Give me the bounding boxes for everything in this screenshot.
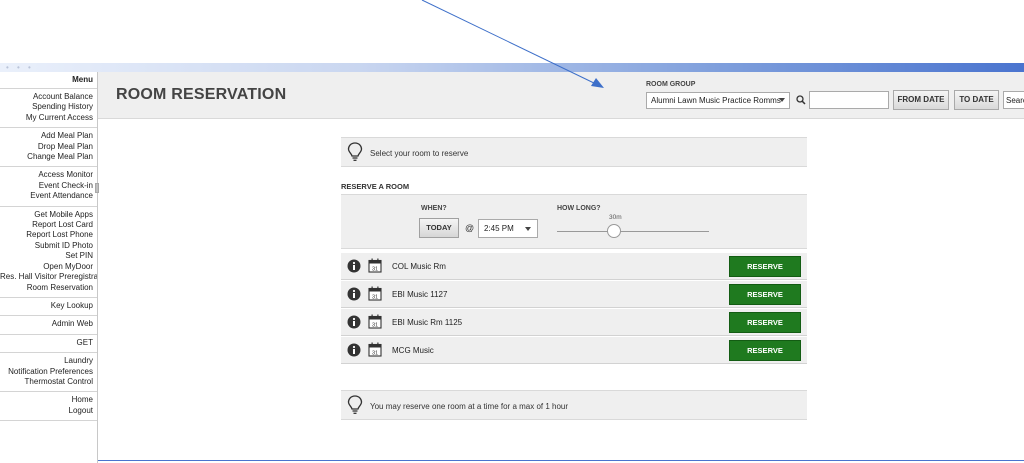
tip-banner-top: Select your room to reserve <box>341 137 807 167</box>
sidebar-group: Laundry Notification Preferences Thermosta… <box>0 353 97 393</box>
tip-text-bottom: You may reserve one room at a time for a… <box>370 402 569 411</box>
page-header: ROOM RESERVATION ROOM GROUP Alumni Lawn … <box>98 72 1024 119</box>
sidebar-item[interactable]: Logout <box>0 406 93 416</box>
sidebar-menu-title: Menu <box>0 72 97 89</box>
info-icon[interactable] <box>347 287 361 301</box>
room-group-select[interactable]: Alumni Lawn Music Practice Romms <box>646 92 790 109</box>
section-title: RESERVE A ROOM <box>341 182 410 191</box>
sidebar-group: Admin Web <box>0 316 97 335</box>
sidebar-group: Get Mobile Apps Report Lost Card Report Lo… <box>0 207 97 298</box>
sidebar-item[interactable]: GET <box>0 338 93 348</box>
top-bar-dots: • • • <box>6 63 34 72</box>
sidebar-item[interactable]: Key Lookup <box>0 301 93 311</box>
sidebar-item[interactable]: Thermostat Control <box>0 377 93 387</box>
info-icon[interactable] <box>347 259 361 273</box>
tip-banner-bottom: You may reserve one room at a time for a… <box>341 390 807 420</box>
app-window: • • • Menu Account Balance Spending Histo… <box>0 0 1024 463</box>
when-label: WHEN? <box>421 205 447 212</box>
sidebar-group: Access Monitor Event Check-in Event Attend… <box>0 167 97 207</box>
duration-slider-handle[interactable] <box>607 224 621 238</box>
sidebar-group: Account Balance Spending History My Curren… <box>0 89 97 129</box>
sidebar-item[interactable]: Report Lost Phone <box>0 230 93 240</box>
room-group-label: ROOM GROUP <box>646 81 696 88</box>
sidebar-group: GET <box>0 335 97 354</box>
calendar-icon[interactable]: 31 <box>368 286 382 301</box>
search-input[interactable]: Search <box>1003 91 1024 109</box>
calendar-icon[interactable]: 31 <box>368 314 382 329</box>
sidebar-item[interactable]: Home <box>0 395 93 405</box>
sidebar-item[interactable]: Room Reservation <box>0 283 93 293</box>
time-select[interactable]: 2:45 PM <box>478 219 538 238</box>
sidebar-item[interactable]: Spending History <box>0 102 93 112</box>
calendar-icon[interactable]: 31 <box>368 258 382 273</box>
sidebar-item[interactable]: Event Attendance <box>0 191 93 201</box>
duration-value: 30m <box>609 214 622 221</box>
room-row: 31 COL Music Rm RESERVE <box>341 253 807 280</box>
sidebar-item[interactable]: Get Mobile Apps <box>0 210 93 220</box>
from-date-button[interactable]: FROM DATE <box>893 90 949 110</box>
page-title: ROOM RESERVATION <box>116 86 287 103</box>
sidebar-group: Home Logout <box>0 392 97 422</box>
room-row: 31 EBI Music 1127 RESERVE <box>341 281 807 308</box>
at-sign: @ <box>465 223 475 233</box>
room-name: EBI Music 1127 <box>392 290 448 299</box>
room-name: EBI Music Rm 1125 <box>392 318 463 327</box>
sidebar-item[interactable]: Notification Preferences <box>0 367 93 377</box>
sidebar-item[interactable]: Add Meal Plan <box>0 131 93 141</box>
sidebar-group: Add Meal Plan Drop Meal Plan Change Meal P… <box>0 128 97 168</box>
lightbulb-icon <box>347 395 363 414</box>
search-icon <box>796 95 806 105</box>
reserve-button[interactable]: RESERVE <box>729 256 801 277</box>
to-date-button[interactable]: TO DATE <box>954 90 999 110</box>
sidebar-item[interactable]: Res. Hall Visitor Preregistration <box>0 272 97 282</box>
room-name: COL Music Rm <box>392 262 446 271</box>
info-icon[interactable] <box>347 315 361 329</box>
lightbulb-icon <box>347 142 363 161</box>
sidebar-item[interactable]: Drop Meal Plan <box>0 142 93 152</box>
room-row: 31 MCG Music RESERVE <box>341 337 807 364</box>
sidebar-groups: Account Balance Spending History My Curren… <box>0 89 97 422</box>
room-group-value: Alumni Lawn Music Practice Romms <box>651 96 781 105</box>
calendar-day: 31 <box>372 267 378 273</box>
info-icon[interactable] <box>347 343 361 357</box>
duration-slider-track[interactable] <box>557 231 709 232</box>
sidebar-item[interactable]: Laundry <box>0 356 93 366</box>
sidebar-item[interactable]: Event Check-in <box>0 181 93 191</box>
sidebar-item[interactable]: Report Lost Card <box>0 220 93 230</box>
sidebar-group: Key Lookup <box>0 298 97 317</box>
tip-text-top: Select your room to reserve <box>370 149 469 158</box>
calendar-day: 31 <box>372 295 378 301</box>
calendar-day: 31 <box>372 351 378 357</box>
sidebar-item[interactable]: My Current Access <box>0 113 93 123</box>
sidebar-item[interactable]: Open MyDoor <box>0 262 93 272</box>
calendar-icon[interactable]: 31 <box>368 342 382 357</box>
how-long-label: HOW LONG? <box>557 205 601 212</box>
bottom-accent-line <box>98 460 1024 461</box>
sidebar-item[interactable]: Access Monitor <box>0 170 93 180</box>
chevron-down-icon <box>779 98 785 102</box>
reserve-button[interactable]: RESERVE <box>729 312 801 333</box>
sidebar-item[interactable]: Set PIN <box>0 251 93 261</box>
sidebar-item[interactable]: Admin Web <box>0 319 93 329</box>
reserve-button[interactable]: RESERVE <box>729 284 801 305</box>
sidebar-nav: Menu Account Balance Spending History My C… <box>0 72 98 463</box>
today-button[interactable]: TODAY <box>419 218 459 238</box>
reservation-filter: WHEN? TODAY @ 2:45 PM HOW LONG? 30m <box>341 194 807 249</box>
room-row: 31 EBI Music Rm 1125 RESERVE <box>341 309 807 336</box>
sidebar-item[interactable]: Account Balance <box>0 92 93 102</box>
reserve-button[interactable]: RESERVE <box>729 340 801 361</box>
top-accent-bar <box>0 63 1024 72</box>
room-name: MCG Music <box>392 346 434 355</box>
sidebar-item[interactable]: Submit ID Photo <box>0 241 93 251</box>
calendar-day: 31 <box>372 323 378 329</box>
chevron-down-icon <box>525 227 531 231</box>
date-input[interactable] <box>809 91 889 109</box>
time-value: 2:45 PM <box>484 224 514 233</box>
sidebar-scrollbar[interactable] <box>95 183 99 193</box>
sidebar-item[interactable]: Change Meal Plan <box>0 152 93 162</box>
